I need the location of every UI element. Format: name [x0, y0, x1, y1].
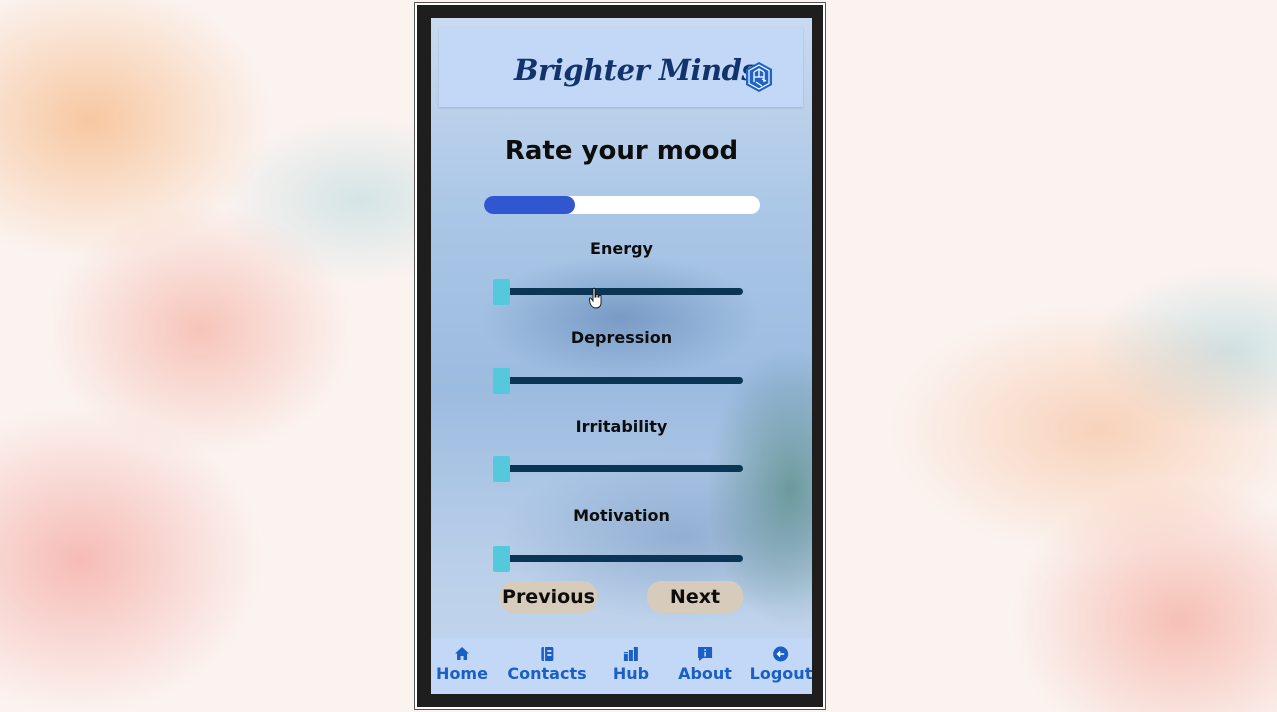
progress-fill [484, 196, 576, 214]
nav-item-about[interactable]: About [678, 645, 732, 683]
slider-thumb-depression[interactable] [493, 367, 510, 394]
hub-icon [623, 647, 638, 661]
nav-label-logout: Logout [749, 664, 812, 683]
contacts-icon [540, 647, 553, 661]
slider-thumb-energy[interactable] [493, 278, 510, 305]
nav-item-home[interactable]: Home [436, 645, 488, 683]
slider-label-motivation: Motivation [573, 506, 670, 525]
hand-pointer-cursor-icon [589, 287, 602, 309]
page-title: Rate your mood [504, 136, 739, 166]
slider-track-irritability[interactable] [493, 455, 743, 482]
home-icon [455, 647, 469, 660]
next-button[interactable]: Next [647, 581, 743, 613]
app-screen: Brighter Minds Rate your mood Energy Dep… [431, 18, 812, 694]
nav-item-logout[interactable]: Logout [750, 645, 812, 683]
progress-bar [484, 196, 760, 214]
about-icon [698, 647, 712, 661]
slider-track-depression[interactable] [493, 367, 743, 394]
slider-track-motivation[interactable] [493, 545, 743, 572]
app-title: Brighter Minds [514, 53, 758, 87]
nav-item-contacts[interactable]: Contacts [507, 645, 587, 683]
nav-label-home: Home [436, 664, 488, 683]
slider-label-irritability: Irritability [575, 417, 668, 436]
nav-label-contacts: Contacts [507, 664, 587, 683]
slider-thumb-irritability[interactable] [493, 455, 510, 482]
slider-label-depression: Depression [570, 328, 673, 347]
app-header: Brighter Minds [439, 27, 803, 107]
nav-label-about: About [678, 664, 732, 683]
slider-thumb-motivation[interactable] [493, 545, 510, 572]
slider-label-energy: Energy [590, 239, 653, 258]
nav-label-hub: Hub [612, 664, 650, 683]
slider-track-energy[interactable] [493, 278, 743, 305]
nav-item-hub[interactable]: Hub [613, 645, 649, 683]
bottom-nav: Home Contacts Hub About Logout [431, 638, 812, 694]
previous-button[interactable]: Previous [500, 581, 597, 613]
brain-logo-icon [746, 62, 772, 92]
logout-icon [773, 646, 789, 662]
